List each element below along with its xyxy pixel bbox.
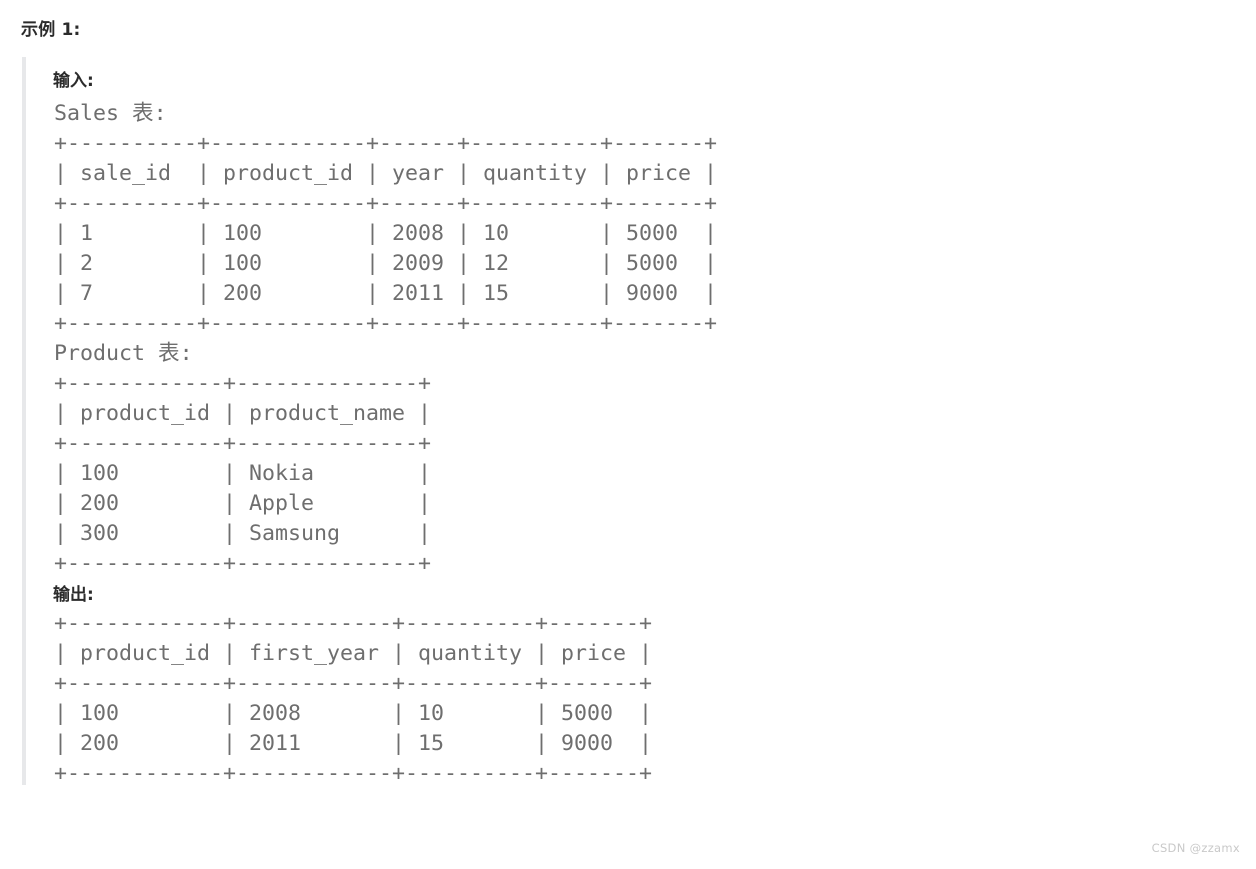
page-root: 示例 1: 输入: Sales 表: +----------+---------… [0, 0, 1256, 869]
product-table-ascii: +------------+--------------+ | product_… [54, 371, 432, 576]
sales-table-ascii: +----------+------------+------+--------… [54, 131, 718, 336]
output-label: 输出: [53, 585, 94, 605]
csdn-watermark: CSDN @zzamx [1151, 841, 1240, 855]
input-label: 输入: [53, 71, 94, 91]
blockquote-content: 输入: Sales 表: +----------+------------+--… [26, 57, 1222, 786]
sales-table-caption: Sales 表: [54, 101, 167, 126]
output-table-ascii: +------------+------------+----------+--… [54, 611, 653, 786]
product-table-caption: Product 表: [54, 341, 193, 366]
page-title: 示例 1: [21, 20, 81, 40]
example-blockquote: 输入: Sales 表: +----------+------------+--… [22, 57, 1222, 786]
